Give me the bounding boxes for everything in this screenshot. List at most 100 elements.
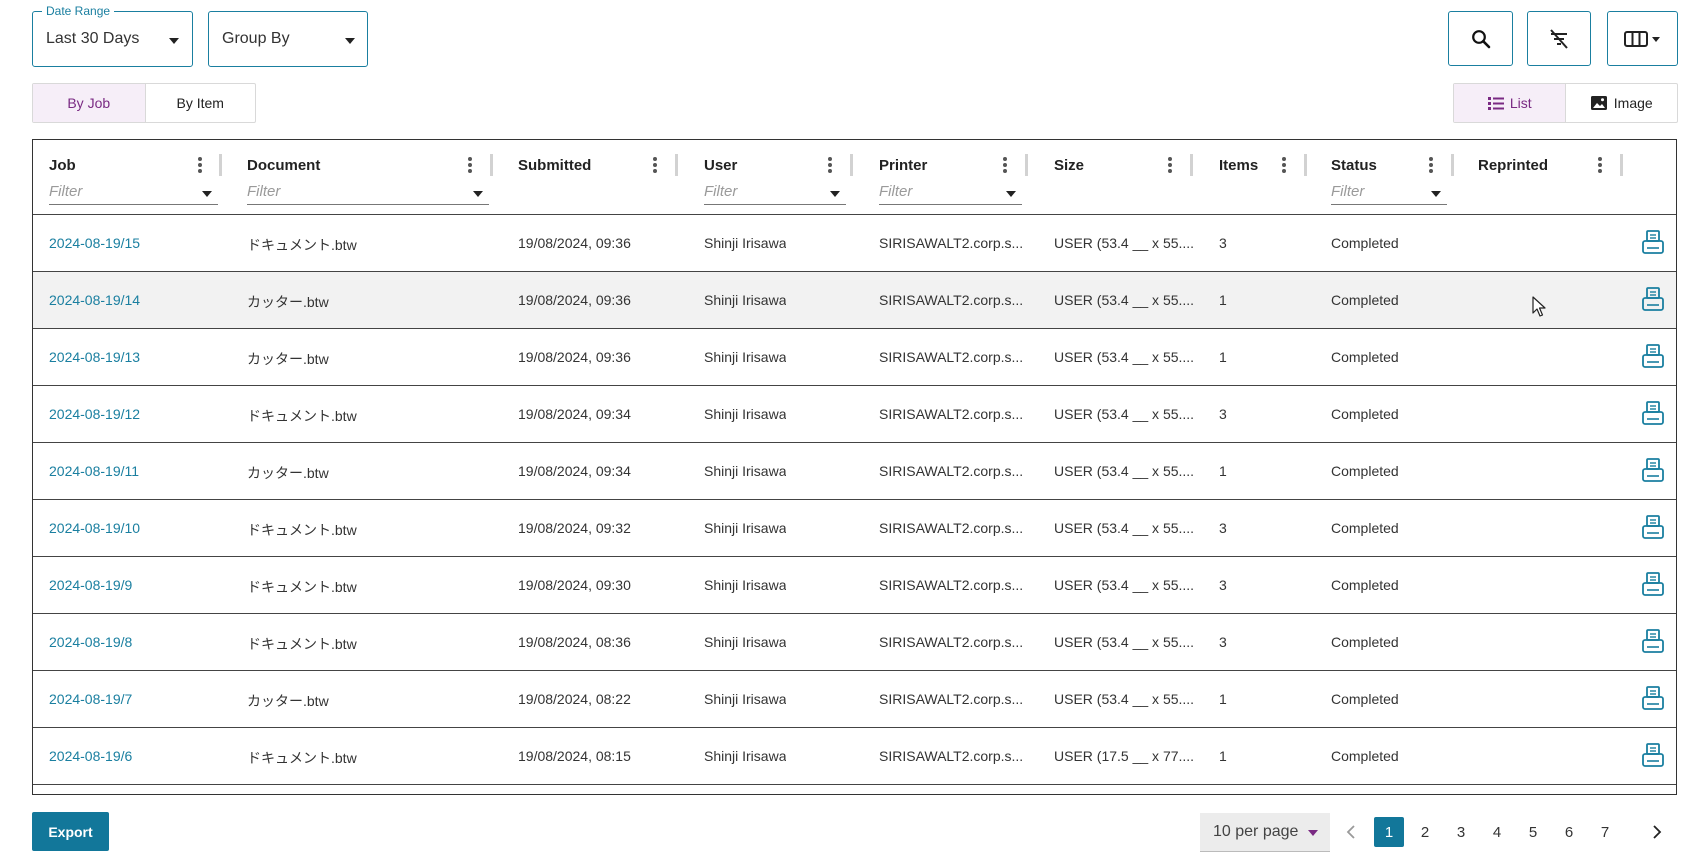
column-resize-handle[interactable]: [490, 154, 493, 176]
table-row[interactable]: 2024-08-19/15 ドキュメント.btw 19/08/2024, 09:36…: [33, 215, 1676, 272]
submitted-cell: 19/08/2024, 09:32: [518, 520, 631, 536]
page-button-3[interactable]: 3: [1446, 817, 1476, 847]
tab-image[interactable]: Image: [1564, 84, 1678, 122]
printer-cell: SIRISAWALT2.corp.s...: [879, 463, 1024, 479]
column-resize-handle[interactable]: [1620, 154, 1623, 176]
column-resize-handle[interactable]: [1190, 154, 1193, 176]
size-cell: USER (53.4 __ x 55....: [1054, 463, 1195, 479]
column-menu-icon[interactable]: [1598, 157, 1602, 173]
job-id-link[interactable]: 2024-08-19/7: [49, 691, 132, 707]
printer-icon[interactable]: [1641, 229, 1665, 255]
table-row[interactable]: 2024-08-19/7 カッター.btw 19/08/2024, 08:22 Shi…: [33, 671, 1676, 728]
table-row[interactable]: 2024-08-19/12 ドキュメント.btw 19/08/2024, 09:34…: [33, 386, 1676, 443]
column-menu-icon[interactable]: [1429, 157, 1433, 173]
job-id-link[interactable]: 2024-08-19/9: [49, 577, 132, 593]
document-name-cell: ドキュメント.btw: [247, 636, 357, 652]
column-menu-icon[interactable]: [1168, 157, 1172, 173]
table-row[interactable]: 2024-08-19/6 ドキュメント.btw 19/08/2024, 08:15 S…: [33, 728, 1676, 785]
job-filter-select[interactable]: Filter: [49, 181, 218, 205]
job-id-link[interactable]: 2024-08-19/11: [49, 463, 139, 479]
printer-icon[interactable]: [1641, 742, 1665, 768]
column-header-reprinted: Reprinted: [1478, 157, 1549, 174]
user-cell: Shinji Irisawa: [704, 406, 787, 422]
printer-icon[interactable]: [1641, 286, 1665, 312]
column-menu-icon[interactable]: [1282, 157, 1286, 173]
chevron-right-icon: [1653, 825, 1662, 839]
group-by-select[interactable]: Group By: [208, 11, 368, 67]
column-resize-handle[interactable]: [675, 154, 678, 176]
printer-icon[interactable]: [1641, 571, 1665, 597]
tab-image-label: Image: [1613, 95, 1653, 111]
printer-icon[interactable]: [1641, 343, 1665, 369]
chevron-down-icon: [202, 191, 212, 197]
printer-icon[interactable]: [1641, 400, 1665, 426]
table-row[interactable]: 2024-08-19/8 ドキュメント.btw 19/08/2024, 08:36 S…: [33, 614, 1676, 671]
status-filter-select[interactable]: Filter: [1331, 181, 1447, 205]
page-size-select[interactable]: 10 per page: [1200, 813, 1330, 852]
column-menu-icon[interactable]: [198, 157, 202, 173]
printer-icon[interactable]: [1641, 685, 1665, 711]
group-by-value: Group By: [222, 30, 290, 47]
printer-filter-select[interactable]: Filter: [879, 181, 1022, 205]
tab-by-job[interactable]: By Job: [33, 84, 145, 122]
clear-filters-button[interactable]: [1527, 11, 1591, 66]
printer-icon[interactable]: [1641, 457, 1665, 483]
user-cell: Shinji Irisawa: [704, 634, 787, 650]
column-resize-handle[interactable]: [1451, 154, 1454, 176]
previous-page-button[interactable]: [1340, 817, 1362, 847]
job-id-link[interactable]: 2024-08-19/13: [49, 349, 140, 365]
table-row[interactable]: 2024-08-19/14 カッター.btw 19/08/2024, 09:36 Sh…: [33, 272, 1676, 329]
printer-icon[interactable]: [1641, 514, 1665, 540]
status-cell: Completed: [1331, 748, 1399, 764]
document-name-cell: ドキュメント.btw: [247, 579, 357, 595]
column-resize-handle[interactable]: [1304, 154, 1307, 176]
job-id-link[interactable]: 2024-08-19/10: [49, 520, 140, 536]
status-cell: Completed: [1331, 349, 1399, 365]
export-button[interactable]: Export: [32, 812, 109, 851]
page-button-7[interactable]: 7: [1590, 817, 1620, 847]
document-filter-select[interactable]: Filter: [247, 181, 489, 205]
column-resize-handle[interactable]: [850, 154, 853, 176]
column-resize-handle[interactable]: [219, 154, 222, 176]
items-cell: 1: [1219, 748, 1227, 764]
items-cell: 3: [1219, 406, 1227, 422]
table-row[interactable]: 2024-08-19/10 ドキュメント.btw 19/08/2024, 09:32…: [33, 500, 1676, 557]
job-id-link[interactable]: 2024-08-19/12: [49, 406, 140, 422]
layout-toggle: List Image: [1453, 83, 1678, 123]
column-menu-icon[interactable]: [653, 157, 657, 173]
page-button-2[interactable]: 2: [1410, 817, 1440, 847]
tab-list[interactable]: List: [1454, 84, 1565, 122]
column-menu-icon[interactable]: [828, 157, 832, 173]
printer-icon[interactable]: [1641, 628, 1665, 654]
status-cell: Completed: [1331, 577, 1399, 593]
page-button-1[interactable]: 1: [1374, 817, 1404, 847]
table-row[interactable]: 2024-08-19/11 カッター.btw 19/08/2024, 09:34 Sh…: [33, 443, 1676, 500]
submitted-cell: 19/08/2024, 08:22: [518, 691, 631, 707]
page-button-6[interactable]: 6: [1554, 817, 1584, 847]
column-header-printer: Printer: [879, 157, 928, 174]
submitted-cell: 19/08/2024, 09:36: [518, 292, 631, 308]
table-row[interactable]: 2024-08-19/9 ドキュメント.btw 19/08/2024, 09:30 S…: [33, 557, 1676, 614]
tab-by-item[interactable]: By Item: [144, 84, 256, 122]
page-button-4[interactable]: 4: [1482, 817, 1512, 847]
next-page-button[interactable]: [1646, 817, 1668, 847]
column-resize-handle[interactable]: [1025, 154, 1028, 176]
chevron-left-icon: [1346, 825, 1355, 839]
items-cell: 1: [1219, 292, 1227, 308]
date-range-select[interactable]: Date Range Last 30 Days: [32, 4, 193, 67]
search-button[interactable]: [1448, 11, 1513, 66]
job-id-link[interactable]: 2024-08-19/8: [49, 634, 132, 650]
column-menu-icon[interactable]: [1003, 157, 1007, 173]
columns-menu-button[interactable]: [1607, 11, 1678, 66]
printer-cell: SIRISAWALT2.corp.s...: [879, 235, 1024, 251]
items-cell: 1: [1219, 463, 1227, 479]
column-menu-icon[interactable]: [468, 157, 472, 173]
user-filter-select[interactable]: Filter: [704, 181, 846, 205]
job-id-link[interactable]: 2024-08-19/6: [49, 748, 132, 764]
page-button-5[interactable]: 5: [1518, 817, 1548, 847]
table-row[interactable]: 2024-08-19/13 カッター.btw 19/08/2024, 09:36 Sh…: [33, 329, 1676, 386]
user-cell: Shinji Irisawa: [704, 235, 787, 251]
search-icon: [1471, 29, 1490, 48]
job-id-link[interactable]: 2024-08-19/14: [49, 292, 140, 308]
job-id-link[interactable]: 2024-08-19/15: [49, 235, 140, 251]
